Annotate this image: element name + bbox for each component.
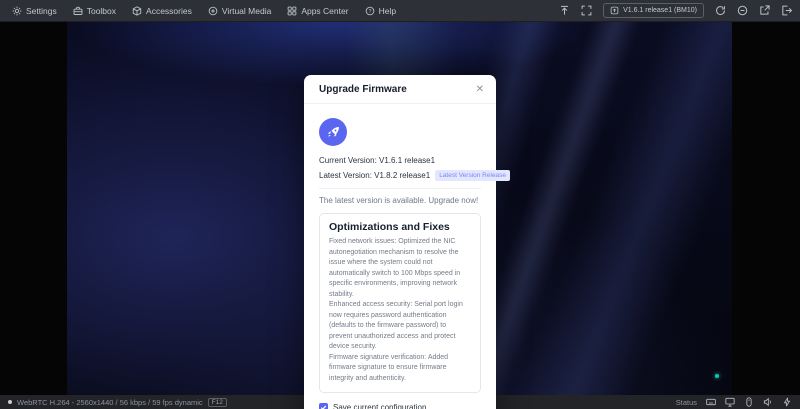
- menu-virtual-media[interactable]: Virtual Media: [208, 6, 271, 16]
- power-speed-icon[interactable]: [782, 397, 792, 407]
- accessories-icon: [132, 6, 142, 16]
- stream-info-badge: F12: [208, 398, 227, 407]
- gear-icon: [12, 6, 22, 16]
- release-note: Fixed network issues: Optimized the NIC …: [329, 237, 471, 300]
- video-area: Upgrade Firmware ✕ Current Version: V1.6…: [0, 22, 800, 395]
- minus-circle-icon[interactable]: [737, 5, 748, 16]
- menu-accessories[interactable]: Accessories: [132, 6, 192, 16]
- rocket-icon: [319, 118, 347, 146]
- release-note: Firmware signature verification: Added f…: [329, 353, 471, 385]
- kvm-app-window: Settings Toolbox Accessories Virtual Med…: [0, 0, 800, 409]
- status-label: Status: [676, 398, 697, 407]
- help-icon: ?: [365, 6, 375, 16]
- cursor-dot: [715, 374, 719, 378]
- stream-info-group: WebRTC H.264 - 2560x1440 / 56 kbps / 59 …: [8, 398, 227, 407]
- menu-help[interactable]: ? Help: [365, 6, 396, 16]
- menu-apps-center[interactable]: Apps Center: [287, 6, 348, 16]
- version-text: V1.6.1 release1 (BM10): [623, 7, 697, 14]
- fullscreen-icon[interactable]: [581, 5, 592, 16]
- latest-version-row: Latest Version: V1.8.2 release1 Latest V…: [319, 170, 481, 181]
- close-icon[interactable]: ✕: [476, 85, 484, 95]
- mouse-icon[interactable]: [744, 397, 754, 407]
- topbar-menu: Settings Toolbox Accessories Virtual Med…: [12, 6, 396, 16]
- firmware-version-badge[interactable]: V1.6.1 release1 (BM10): [603, 3, 704, 18]
- topbar: Settings Toolbox Accessories Virtual Med…: [0, 0, 800, 22]
- display-icon[interactable]: [725, 397, 735, 407]
- menu-toolbox[interactable]: Toolbox: [73, 6, 116, 16]
- upgrade-firmware-dialog: Upgrade Firmware ✕ Current Version: V1.6…: [304, 75, 496, 409]
- refresh-icon[interactable]: [715, 5, 726, 16]
- svg-text:?: ?: [368, 8, 371, 14]
- release-notes-title: Optimizations and Fixes: [329, 221, 471, 233]
- current-version-text: Current Version: V1.6.1 release1: [319, 156, 435, 165]
- topbar-actions: V1.6.1 release1 (BM10): [559, 3, 792, 18]
- latest-version-badge: Latest Version Release: [435, 170, 510, 181]
- menu-label: Toolbox: [87, 6, 116, 16]
- menu-label: Settings: [26, 6, 57, 16]
- upgrade-available-text: The latest version is available. Upgrade…: [319, 196, 481, 205]
- screenshot-icon[interactable]: [759, 5, 770, 16]
- chip-upgrade-icon: [610, 6, 619, 15]
- status-icons-group: Status: [676, 397, 792, 407]
- upload-icon[interactable]: [559, 5, 570, 16]
- dialog-title: Upgrade Firmware: [319, 84, 407, 95]
- apps-center-icon: [287, 6, 297, 16]
- menu-label: Accessories: [146, 6, 192, 16]
- stream-info-text: WebRTC H.264 - 2560x1440 / 56 kbps / 59 …: [17, 398, 203, 407]
- dialog-header: Upgrade Firmware ✕: [304, 75, 496, 104]
- divider: [319, 188, 481, 189]
- stream-status-dot: [8, 400, 12, 404]
- menu-label: Apps Center: [301, 6, 348, 16]
- dialog-body: Current Version: V1.6.1 release1 Latest …: [304, 104, 496, 409]
- volume-icon[interactable]: [763, 397, 773, 407]
- release-notes-panel[interactable]: Optimizations and Fixes Fixed network is…: [319, 213, 481, 393]
- menu-label: Help: [379, 6, 396, 16]
- release-note: Enhanced access security: Serial port lo…: [329, 300, 471, 353]
- logout-icon[interactable]: [781, 5, 792, 16]
- save-config-checkbox[interactable]: Save current configuration: [319, 403, 481, 409]
- keyboard-icon[interactable]: [706, 397, 716, 407]
- current-version-row: Current Version: V1.6.1 release1: [319, 156, 481, 165]
- checkbox-checked-icon: [319, 403, 328, 409]
- latest-version-text: Latest Version: V1.8.2 release1: [319, 171, 430, 180]
- checkbox-label: Save current configuration: [333, 403, 426, 409]
- toolbox-icon: [73, 6, 83, 16]
- virtual-media-icon: [208, 6, 218, 16]
- menu-settings[interactable]: Settings: [12, 6, 57, 16]
- menu-label: Virtual Media: [222, 6, 271, 16]
